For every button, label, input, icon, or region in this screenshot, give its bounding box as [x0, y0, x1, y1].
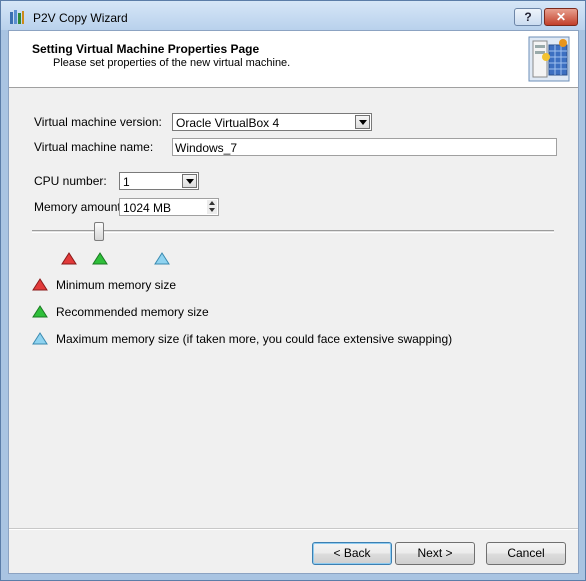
vm-name-value: Windows_7 [175, 141, 238, 155]
cpu-number-label: CPU number: [34, 174, 107, 188]
memory-amount-value: 1024 MB [123, 201, 172, 215]
vm-name-label: Virtual machine name: [34, 140, 154, 154]
memory-amount-stepper[interactable]: 1024 MB [119, 198, 219, 216]
recommended-memory-legend-icon [32, 305, 48, 318]
cpu-number-value: 1 [123, 175, 130, 189]
chevron-down-icon [209, 208, 215, 212]
recommended-memory-marker-icon [92, 252, 108, 265]
cpu-number-dropdown[interactable]: 1 [119, 172, 199, 190]
stepper-up-button[interactable] [207, 200, 217, 207]
window-title: P2V Copy Wizard [33, 11, 128, 25]
memory-amount-label: Memory amount: [34, 200, 125, 214]
back-button[interactable]: < Back [312, 542, 392, 565]
close-button[interactable]: ✕ [544, 8, 578, 26]
stepper-down-button[interactable] [207, 207, 217, 214]
memory-slider-track[interactable] [32, 230, 554, 233]
wizard-window: P2V Copy Wizard ? ✕ Setting Virtual Mach… [0, 0, 586, 581]
help-button[interactable]: ? [514, 8, 542, 26]
vm-version-value: Oracle VirtualBox 4 [176, 116, 280, 130]
vm-name-input[interactable]: Windows_7 [172, 138, 557, 156]
page-title: Setting Virtual Machine Properties Page [32, 42, 260, 56]
min-memory-legend-label: Minimum memory size [56, 278, 177, 292]
min-memory-legend-icon [32, 278, 48, 291]
chevron-up-icon [209, 201, 215, 205]
next-button[interactable]: Next > [395, 542, 475, 565]
max-memory-legend-label: Maximum memory size (if taken more, you … [56, 332, 453, 346]
footer-divider [9, 528, 578, 530]
vm-version-label: Virtual machine version: [34, 115, 162, 129]
max-memory-legend-icon [32, 332, 48, 345]
recommended-memory-legend-label: Recommended memory size [56, 305, 209, 319]
app-icon [10, 10, 24, 24]
stepper-buttons [207, 200, 217, 214]
title-bar[interactable]: P2V Copy Wizard ? ✕ [1, 1, 585, 30]
cancel-button[interactable]: Cancel [486, 542, 566, 565]
wizard-client-area: Setting Virtual Machine Properties Page … [8, 30, 579, 574]
wizard-header: Setting Virtual Machine Properties Page … [9, 31, 578, 88]
chevron-down-icon[interactable] [355, 115, 370, 129]
min-memory-marker-icon [61, 252, 77, 265]
chevron-down-icon[interactable] [182, 174, 197, 188]
memory-slider-thumb[interactable] [94, 222, 104, 241]
server-wizard-icon [528, 36, 570, 82]
page-subtitle: Please set properties of the new virtual… [53, 57, 291, 69]
vm-version-dropdown[interactable]: Oracle VirtualBox 4 [172, 113, 372, 131]
max-memory-marker-icon [154, 252, 170, 265]
